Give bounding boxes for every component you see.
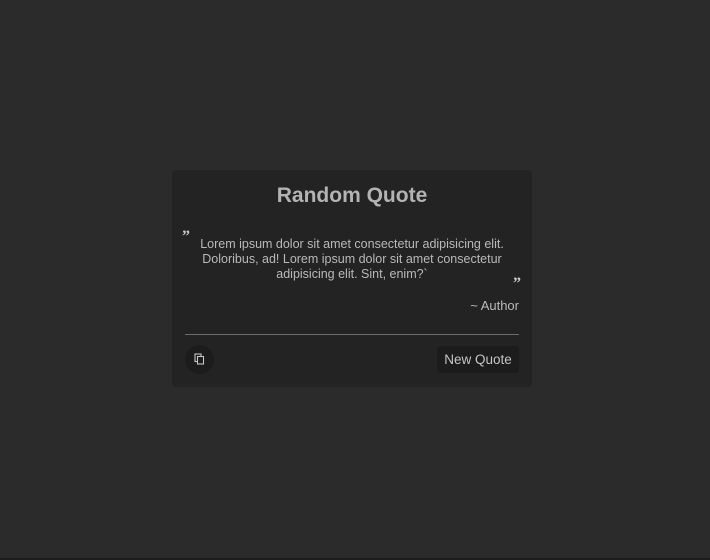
close-quote-icon: ” [513, 275, 521, 292]
quote-text: Lorem ipsum dolor sit amet consectetur a… [200, 237, 504, 281]
copy-button[interactable] [185, 345, 214, 374]
page: Random Quote ” Lorem ipsum dolor sit ame… [0, 0, 710, 560]
new-quote-button[interactable]: New Quote [437, 346, 519, 373]
card-title: Random Quote [276, 184, 428, 207]
quote-author: ~ Author [470, 298, 519, 313]
divider [185, 334, 519, 335]
quote-card: Random Quote ” Lorem ipsum dolor sit ame… [172, 170, 532, 387]
copy-icon [194, 353, 205, 365]
open-quote-icon: ” [182, 228, 190, 245]
